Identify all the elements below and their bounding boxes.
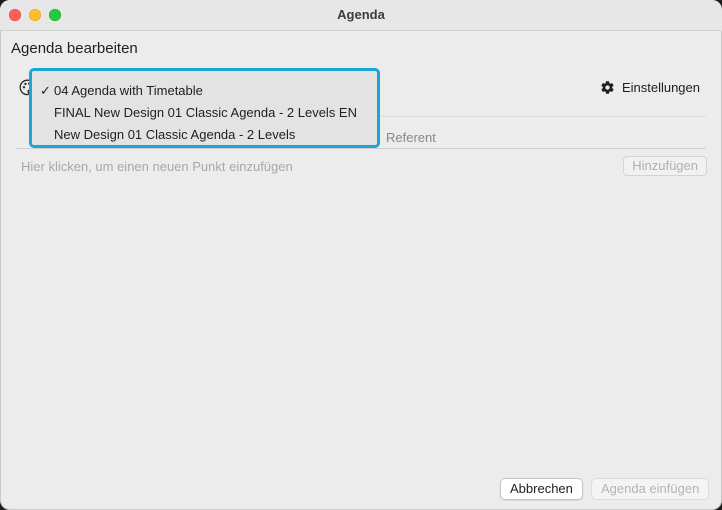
title-bar: Agenda bbox=[0, 0, 722, 31]
column-header-referent: Referent bbox=[386, 130, 436, 145]
divider bbox=[380, 116, 706, 117]
dropdown-item-04-agenda-with-timetable[interactable]: ✓ 04 Agenda with Timetable bbox=[32, 80, 377, 102]
dropdown-item-new-design-01[interactable]: New Design 01 Classic Agenda - 2 Levels bbox=[32, 124, 377, 146]
insert-agenda-button[interactable]: Agenda einfügen bbox=[591, 478, 710, 500]
dropdown-item-label: 04 Agenda with Timetable bbox=[54, 83, 203, 98]
dropdown-item-final-new-design-01[interactable]: FINAL New Design 01 Classic Agenda - 2 L… bbox=[32, 102, 377, 124]
header-divider bbox=[16, 148, 706, 149]
add-button[interactable]: Hinzufügen bbox=[623, 156, 707, 176]
dropdown-item-label: New Design 01 Classic Agenda - 2 Levels bbox=[54, 127, 296, 142]
checkmark-icon: ✓ bbox=[40, 83, 51, 98]
gear-icon bbox=[601, 81, 614, 94]
window-title: Agenda bbox=[337, 7, 385, 22]
insert-new-item-hint[interactable]: Hier klicken, um einen neuen Punkt einzu… bbox=[21, 159, 293, 174]
agenda-template-dropdown: ✓ 04 Agenda with Timetable FINAL New Des… bbox=[29, 68, 380, 148]
dropdown-item-label: FINAL New Design 01 Classic Agenda - 2 L… bbox=[54, 105, 357, 120]
settings-label: Einstellungen bbox=[621, 80, 700, 95]
agenda-window: Agenda Agenda bearbeiten Einstellungen R… bbox=[0, 0, 722, 510]
cancel-button[interactable]: Abbrechen bbox=[500, 478, 583, 500]
page-title: Agenda bearbeiten bbox=[11, 40, 138, 57]
settings-button[interactable]: Einstellungen bbox=[600, 80, 700, 95]
